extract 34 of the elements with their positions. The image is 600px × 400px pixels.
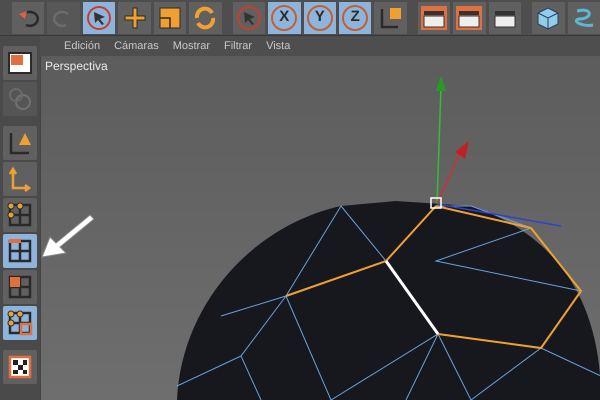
mode-button[interactable] xyxy=(3,306,37,340)
polygons-mode-icon xyxy=(7,274,33,300)
toolbar-button[interactable] xyxy=(418,2,450,34)
cursor-icon xyxy=(236,4,262,30)
mode-button[interactable] xyxy=(3,350,37,384)
toolbar-button[interactable] xyxy=(82,2,116,34)
menu-item[interactable]: Edición xyxy=(64,38,100,54)
viewport-title: Perspectiva xyxy=(45,58,108,75)
clapperboard-icon xyxy=(420,4,448,30)
object-axis-icon xyxy=(7,166,33,192)
cube-icon xyxy=(535,4,562,30)
menu-item[interactable]: Mostrar xyxy=(172,38,210,54)
toolbar-button[interactable] xyxy=(118,2,151,34)
checker-icon xyxy=(7,354,33,380)
toolbar-button[interactable] xyxy=(154,2,186,34)
menu-item[interactable]: Cámaras xyxy=(114,38,159,54)
mode-button[interactable] xyxy=(3,198,37,232)
edges-mode-icon xyxy=(7,238,33,264)
menu-item[interactable]: Filtrar xyxy=(224,38,252,54)
toolbar-button[interactable] xyxy=(453,2,486,34)
mode-button[interactable] xyxy=(3,126,37,160)
uv-mode-icon xyxy=(7,310,33,336)
toolbar-button[interactable] xyxy=(374,2,407,34)
menu-item[interactable]: Vista xyxy=(266,38,290,54)
toolbar-button[interactable] xyxy=(488,2,522,34)
move-icon xyxy=(122,4,148,30)
mode-button[interactable] xyxy=(3,234,37,268)
toolbar-button[interactable] xyxy=(532,2,565,34)
clapperboard-icon xyxy=(455,4,484,30)
layout-icon xyxy=(8,52,32,74)
mode-button[interactable] xyxy=(3,46,37,80)
cursor-icon xyxy=(86,4,112,30)
scale-icon xyxy=(158,6,182,30)
points-mode-icon xyxy=(7,202,33,228)
